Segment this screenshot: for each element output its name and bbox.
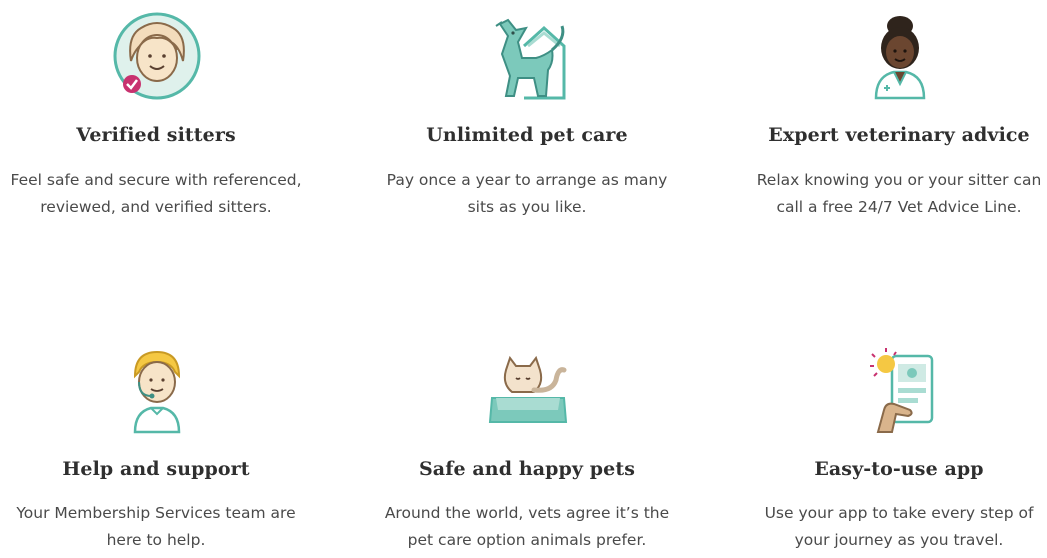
feature-description: Relax knowing you or your sitter can cal… [756,171,1042,216]
phone-app-icon [870,348,934,433]
verified-sitter-icon [113,12,201,100]
vet-icon [874,16,926,100]
feature-title: Verified sitters [76,124,236,146]
support-agent-icon [133,350,181,434]
feature-help-support: Help and support Your Membership Service… [0,336,326,554]
feature-description: Your Membership Services team are here t… [16,504,296,549]
feature-title: Safe and happy pets [418,458,636,480]
feature-title: Unlimited pet care [426,124,628,146]
feature-title: Expert veterinary advice [768,124,1030,146]
feature-safe-happy-pets: Safe and happy pets Around the world, ve… [357,336,697,554]
feature-unlimited-pet-care: Unlimited pet care Pay once a year to ar… [357,0,697,221]
feature-easy-app: Easy-to-use app Use your app to take eve… [729,336,1047,554]
feature-description: Around the world, vets agree it’s the pe… [384,504,670,549]
dog-and-house-icon [495,18,566,100]
feature-description: Pay once a year to arrange as many sits … [386,171,668,216]
feature-description: Use your app to take every step of your … [764,504,1034,549]
features-grid: Verified sitters Feel safe and secure wi… [0,0,1047,558]
feature-expert-vet-advice: Expert veterinary advice Relax knowing y… [729,0,1047,221]
feature-title: Help and support [62,458,250,480]
feature-verified-sitters: Verified sitters Feel safe and secure wi… [0,0,326,221]
feature-title: Easy-to-use app [814,458,984,480]
cat-in-bed-icon [488,355,568,423]
feature-description: Feel safe and secure with referenced, re… [10,171,302,216]
